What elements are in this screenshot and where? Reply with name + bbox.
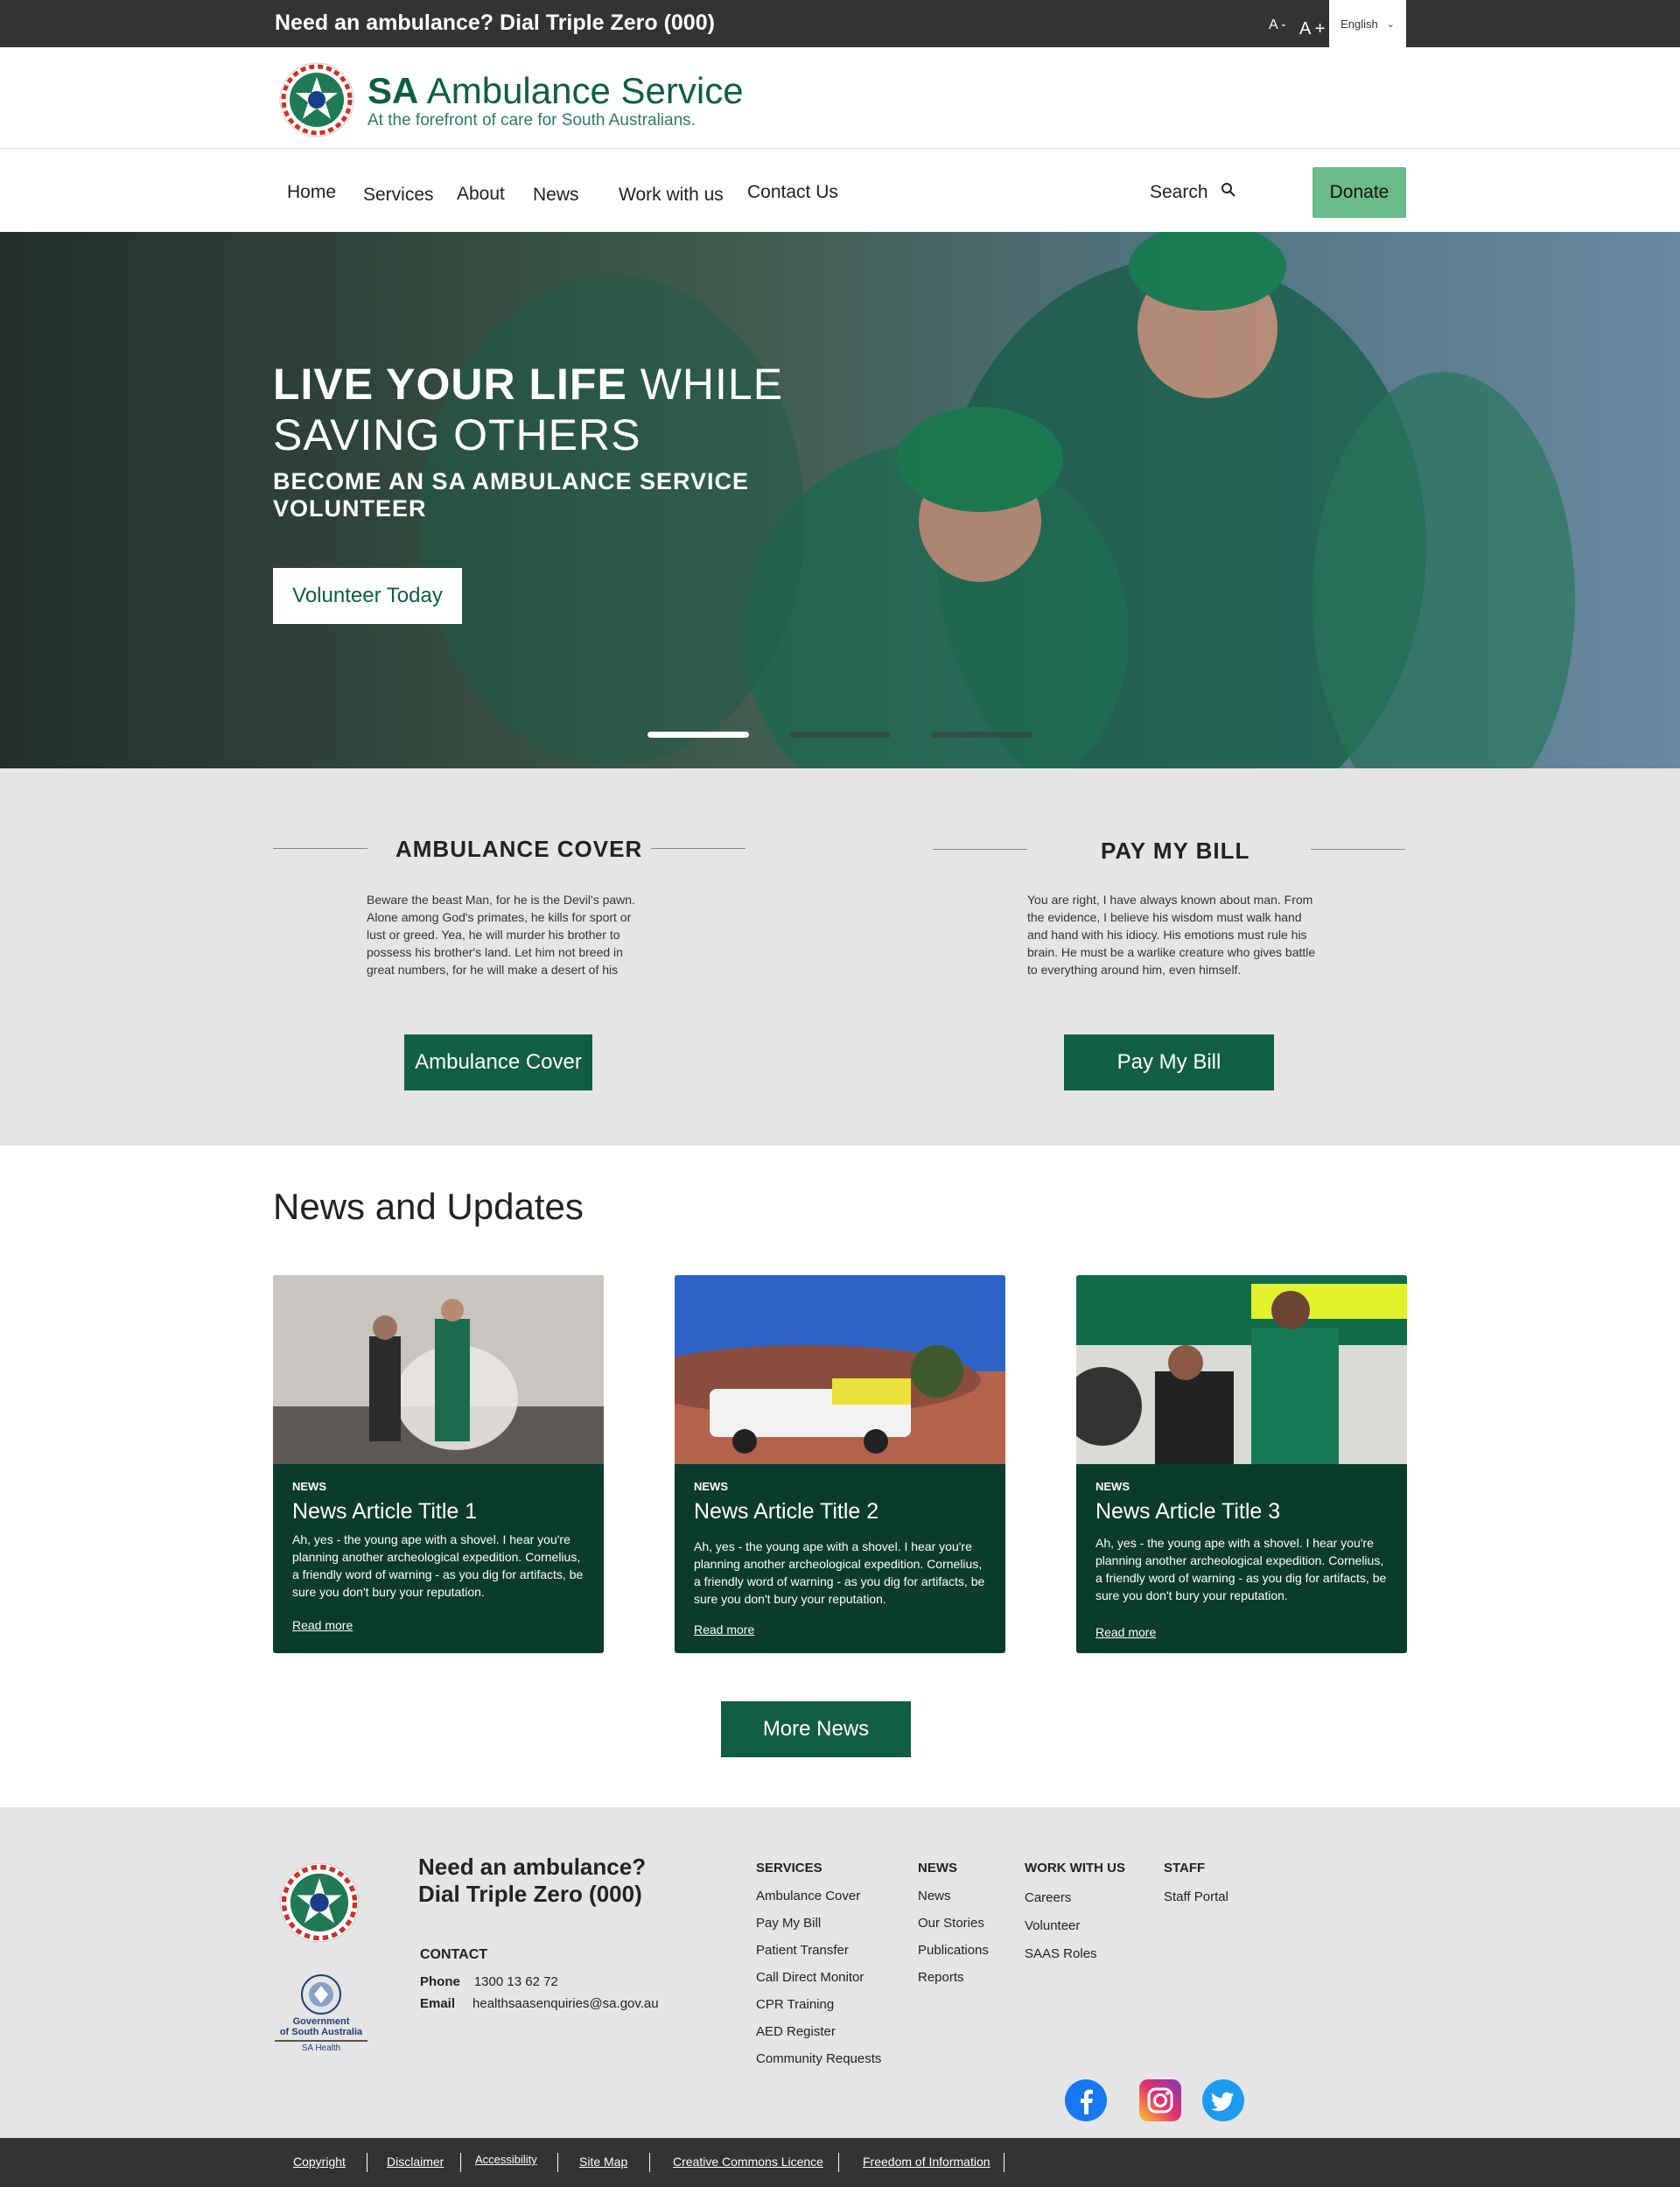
legal-bar bbox=[0, 2138, 1680, 2187]
font-decrease-button[interactable]: A - bbox=[1269, 18, 1286, 33]
footer-link[interactable]: Careers bbox=[1025, 1890, 1071, 1905]
news-desc: Ah, yes - the young ape with a shovel. I… bbox=[1096, 1536, 1387, 1602]
nav-work-with-us[interactable]: Work with us bbox=[619, 185, 724, 206]
news-card[interactable]: NEWS News Article Title 3 Ah, yes - the … bbox=[1076, 1275, 1407, 1653]
brand-name[interactable]: SA Ambulance Service bbox=[368, 70, 744, 112]
footer-link[interactable]: Our Stories bbox=[918, 1916, 984, 1931]
footer-col-services: SERVICES bbox=[756, 1861, 822, 1875]
legal-link-site-map[interactable]: Site Map bbox=[579, 2155, 627, 2169]
news-image-2 bbox=[675, 1275, 1005, 1464]
read-more-link[interactable]: Read more bbox=[292, 1618, 353, 1632]
news-image-3 bbox=[1076, 1275, 1407, 1464]
search-icon bbox=[1221, 182, 1236, 203]
donate-button[interactable]: Donate bbox=[1312, 167, 1406, 218]
read-more-link[interactable]: Read more bbox=[1096, 1625, 1156, 1639]
more-news-button[interactable]: More News bbox=[721, 1701, 911, 1757]
slide-dot-1[interactable] bbox=[648, 732, 749, 738]
nav-about[interactable]: About bbox=[457, 184, 505, 205]
news-card[interactable]: NEWS News Article Title 2 Ah, yes - the … bbox=[675, 1275, 1005, 1653]
language-select[interactable]: English ⌄ bbox=[1329, 0, 1406, 47]
ambulance-cover-text: Beware the beast Man, for he is the Devi… bbox=[367, 893, 635, 977]
read-more-link[interactable]: Read more bbox=[694, 1623, 754, 1637]
footer-link[interactable]: Reports bbox=[918, 1970, 964, 1985]
hero-headline-line2: SAVING OTHERS bbox=[273, 410, 641, 459]
news-tag: NEWS bbox=[694, 1480, 728, 1493]
footer-link[interactable]: News bbox=[918, 1889, 951, 1903]
footer-link[interactable]: Ambulance Cover bbox=[756, 1889, 860, 1903]
chevron-down-icon: ⌄ bbox=[1386, 18, 1395, 30]
nav-home[interactable]: Home bbox=[287, 182, 336, 203]
volunteer-today-button[interactable]: Volunteer Today bbox=[273, 568, 462, 624]
footer-link[interactable]: Pay My Bill bbox=[756, 1916, 821, 1931]
footer-col-work-with-us: WORK WITH US bbox=[1025, 1861, 1125, 1875]
footer-link[interactable]: CPR Training bbox=[756, 1997, 834, 2012]
pay-my-bill-button[interactable]: Pay My Bill bbox=[1064, 1034, 1274, 1090]
instagram-icon[interactable] bbox=[1139, 2079, 1181, 2121]
legal-link-copyright[interactable]: Copyright bbox=[293, 2155, 346, 2169]
legal-link-accessibility[interactable]: Accessibility bbox=[475, 2153, 537, 2166]
hero-subheadline: BECOME AN SA AMBULANCE SERVICE VOLUNTEER bbox=[273, 468, 750, 522]
site-header bbox=[0, 47, 1680, 149]
footer-col-staff: STAFF bbox=[1164, 1861, 1206, 1875]
contact-title: CONTACT bbox=[420, 1947, 488, 1962]
top-bar bbox=[0, 0, 1680, 47]
emergency-banner: Need an ambulance? Dial Triple Zero (000… bbox=[275, 11, 715, 35]
phone-row: Phone 1300 13 62 72 bbox=[420, 1974, 558, 1989]
pay-my-bill-title: PAY MY BILL bbox=[1101, 838, 1250, 864]
footer-link[interactable]: Call Direct Monitor bbox=[756, 1970, 864, 1985]
news-title[interactable]: News Article Title 3 bbox=[1096, 1499, 1280, 1525]
search-label: Search bbox=[1150, 182, 1208, 202]
font-increase-button[interactable]: A + bbox=[1299, 19, 1325, 39]
footer-link[interactable]: Community Requests bbox=[756, 2051, 881, 2066]
news-tag: NEWS bbox=[1096, 1480, 1130, 1493]
news-section-title: News and Updates bbox=[273, 1186, 584, 1227]
legal-link-foi[interactable]: Freedom of Information bbox=[863, 2155, 990, 2169]
slide-dot-3[interactable] bbox=[931, 732, 1032, 738]
footer-link[interactable]: Staff Portal bbox=[1164, 1889, 1228, 1904]
footer-link[interactable]: SAAS Roles bbox=[1025, 1946, 1097, 1961]
footer-link[interactable]: Volunteer bbox=[1025, 1918, 1080, 1933]
news-card[interactable]: NEWS News Article Title 1 Ah, yes - the … bbox=[273, 1275, 604, 1653]
news-title[interactable]: News Article Title 2 bbox=[694, 1499, 878, 1525]
news-tag: NEWS bbox=[292, 1480, 326, 1493]
footer-link[interactable]: Publications bbox=[918, 1943, 989, 1958]
footer-saas-logo[interactable] bbox=[278, 1861, 360, 1944]
main-nav bbox=[0, 150, 1680, 232]
slide-dot-2[interactable] bbox=[789, 732, 891, 738]
gov-sa-logo[interactable]: Government of South Australia SA Health bbox=[275, 1973, 368, 2053]
ambulance-cover-title: AMBULANCE COVER bbox=[396, 836, 643, 862]
nav-news[interactable]: News bbox=[533, 185, 579, 206]
pay-my-bill-text: You are right, I have always known about… bbox=[1027, 893, 1316, 977]
twitter-icon[interactable] bbox=[1202, 2079, 1244, 2121]
ambulance-cover-button[interactable]: Ambulance Cover bbox=[404, 1034, 592, 1090]
search-button[interactable]: Search bbox=[1150, 182, 1236, 203]
hero-headline: LIVE YOUR LIFE WHILE bbox=[273, 360, 784, 409]
language-label: English bbox=[1340, 17, 1378, 31]
legal-link-creative-commons[interactable]: Creative Commons Licence bbox=[673, 2155, 823, 2169]
brand-tagline: At the forefront of care for South Austr… bbox=[368, 111, 696, 130]
news-title[interactable]: News Article Title 1 bbox=[292, 1499, 477, 1525]
email-row[interactable]: Email healthsaasenquiries@sa.gov.au bbox=[420, 1996, 659, 2011]
footer-link[interactable]: Patient Transfer bbox=[756, 1943, 849, 1958]
news-desc: Ah, yes - the young ape with a shovel. I… bbox=[694, 1539, 985, 1606]
saas-logo[interactable] bbox=[278, 61, 355, 138]
nav-services[interactable]: Services bbox=[363, 185, 434, 206]
news-image-1 bbox=[273, 1275, 604, 1464]
hero-banner: LIVE YOUR LIFE WHILE SAVING OTHERS BECOM… bbox=[0, 232, 1680, 768]
nav-contact-us[interactable]: Contact Us bbox=[747, 182, 838, 203]
footer-link[interactable]: AED Register bbox=[756, 2024, 836, 2039]
news-desc: Ah, yes - the young ape with a shovel. I… bbox=[292, 1532, 584, 1599]
services-band bbox=[0, 768, 1680, 1146]
footer-col-news: NEWS bbox=[918, 1861, 957, 1875]
facebook-icon[interactable] bbox=[1065, 2079, 1107, 2121]
footer-emergency: Need an ambulance? Dial Triple Zero (000… bbox=[418, 1854, 647, 1907]
legal-link-disclaimer[interactable]: Disclaimer bbox=[387, 2155, 444, 2169]
